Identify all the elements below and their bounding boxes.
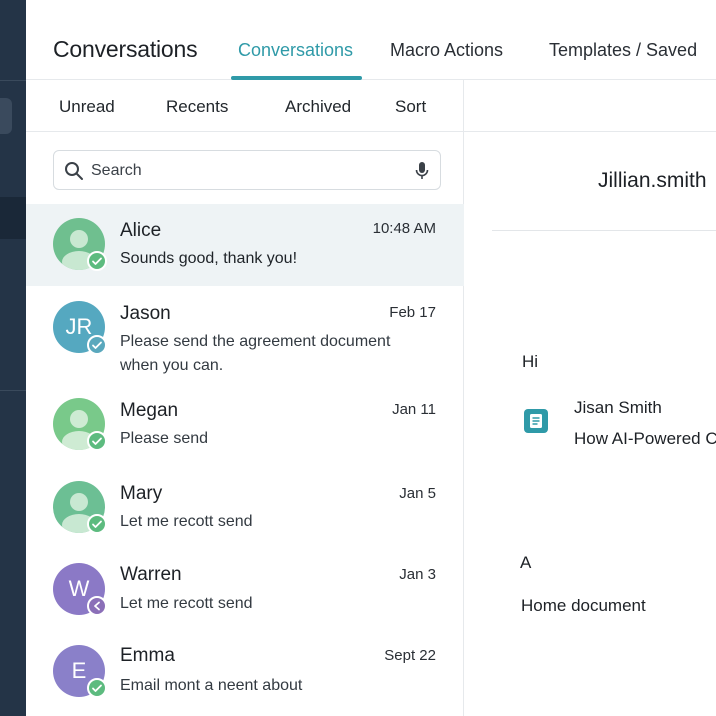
reply-icon bbox=[87, 596, 107, 616]
message-preview: Let me recott send bbox=[120, 595, 253, 612]
check-icon bbox=[87, 251, 107, 271]
message-time: Feb 17 bbox=[389, 304, 436, 321]
document-link[interactable]: Home document bbox=[521, 596, 646, 616]
conversation-item-emma[interactable]: E Emma Sept 22 Email mont a neent about bbox=[26, 634, 464, 716]
rail-divider bbox=[0, 80, 26, 81]
message-time: Jan 3 bbox=[399, 566, 436, 583]
contact-name: Warren bbox=[120, 564, 182, 585]
top-header: Conversations Conversations Macro Action… bbox=[26, 0, 716, 80]
page-title: Conversations bbox=[53, 36, 198, 62]
contact-name: Jason bbox=[120, 303, 171, 324]
detail-toolbar bbox=[464, 80, 716, 132]
conversation-item-warren[interactable]: W Warren Jan 3 Let me recott send bbox=[26, 552, 464, 634]
message-time: 10:48 AM bbox=[372, 220, 436, 237]
message-subject[interactable]: How AI-Powered C bbox=[574, 429, 716, 449]
message-greeting: Hi bbox=[522, 352, 539, 371]
tab-templates-saved[interactable]: Templates / Saved bbox=[549, 40, 697, 61]
document-icon bbox=[524, 409, 548, 433]
contact-name: Alice bbox=[120, 220, 162, 241]
message-preview: Email mont a neent about bbox=[120, 677, 303, 694]
check-icon bbox=[87, 678, 107, 698]
message-preview: Sounds good, thank you! bbox=[120, 250, 298, 267]
microphone-icon[interactable] bbox=[414, 161, 430, 181]
message-time: Jan 11 bbox=[392, 401, 436, 418]
contact-name: Megan bbox=[120, 400, 179, 421]
message-text: A bbox=[520, 553, 532, 572]
search-placeholder: Search bbox=[91, 162, 142, 179]
message-time: Jan 5 bbox=[399, 485, 436, 502]
sender-name: Jisan Smith bbox=[574, 398, 662, 417]
message-preview: Let me recott send bbox=[120, 513, 253, 530]
rail-active-item[interactable] bbox=[0, 98, 12, 134]
sort-button[interactable]: Sort bbox=[395, 97, 426, 117]
conversation-item-mary[interactable]: Mary Jan 5 Let me recott send bbox=[26, 470, 464, 552]
contact-name: Emma bbox=[120, 645, 175, 666]
contact-name: Mary bbox=[120, 483, 163, 504]
filter-recents[interactable]: Recents bbox=[166, 97, 228, 117]
check-icon bbox=[87, 431, 107, 451]
filter-tabs: Unread Recents Archived Sort bbox=[26, 80, 464, 132]
conversation-list-pane: Unread Recents Archived Sort Search Alic… bbox=[26, 80, 464, 716]
divider bbox=[492, 230, 716, 231]
check-icon bbox=[87, 335, 107, 355]
filter-unread[interactable]: Unread bbox=[59, 97, 115, 117]
tab-conversations[interactable]: Conversations bbox=[238, 40, 353, 61]
search-icon bbox=[65, 162, 83, 180]
conversation-item-megan[interactable]: Megan Jan 11 Please send bbox=[26, 386, 464, 470]
left-nav-rail bbox=[0, 0, 26, 716]
conversation-item-alice[interactable]: Alice 10:48 AM Sounds good, thank you! bbox=[26, 204, 464, 286]
message-time: Sept 22 bbox=[384, 647, 436, 664]
check-icon bbox=[87, 514, 107, 534]
message-preview: Please send the agreement document when … bbox=[120, 333, 391, 374]
conversation-item-jason[interactable]: JR Jason Feb 17 Please send the agreemen… bbox=[26, 286, 464, 386]
tab-macro-actions[interactable]: Macro Actions bbox=[390, 40, 503, 61]
search-input[interactable]: Search bbox=[53, 150, 441, 190]
conversation-detail-pane: Jillian.smith Hi Jisan Smith How AI-Powe… bbox=[464, 80, 716, 716]
detail-user-name: Jillian.smith bbox=[598, 169, 707, 192]
rail-selected-item[interactable] bbox=[0, 197, 26, 239]
message-preview: Please send bbox=[120, 430, 209, 447]
rail-divider bbox=[0, 390, 26, 391]
filter-archived[interactable]: Archived bbox=[285, 97, 351, 117]
